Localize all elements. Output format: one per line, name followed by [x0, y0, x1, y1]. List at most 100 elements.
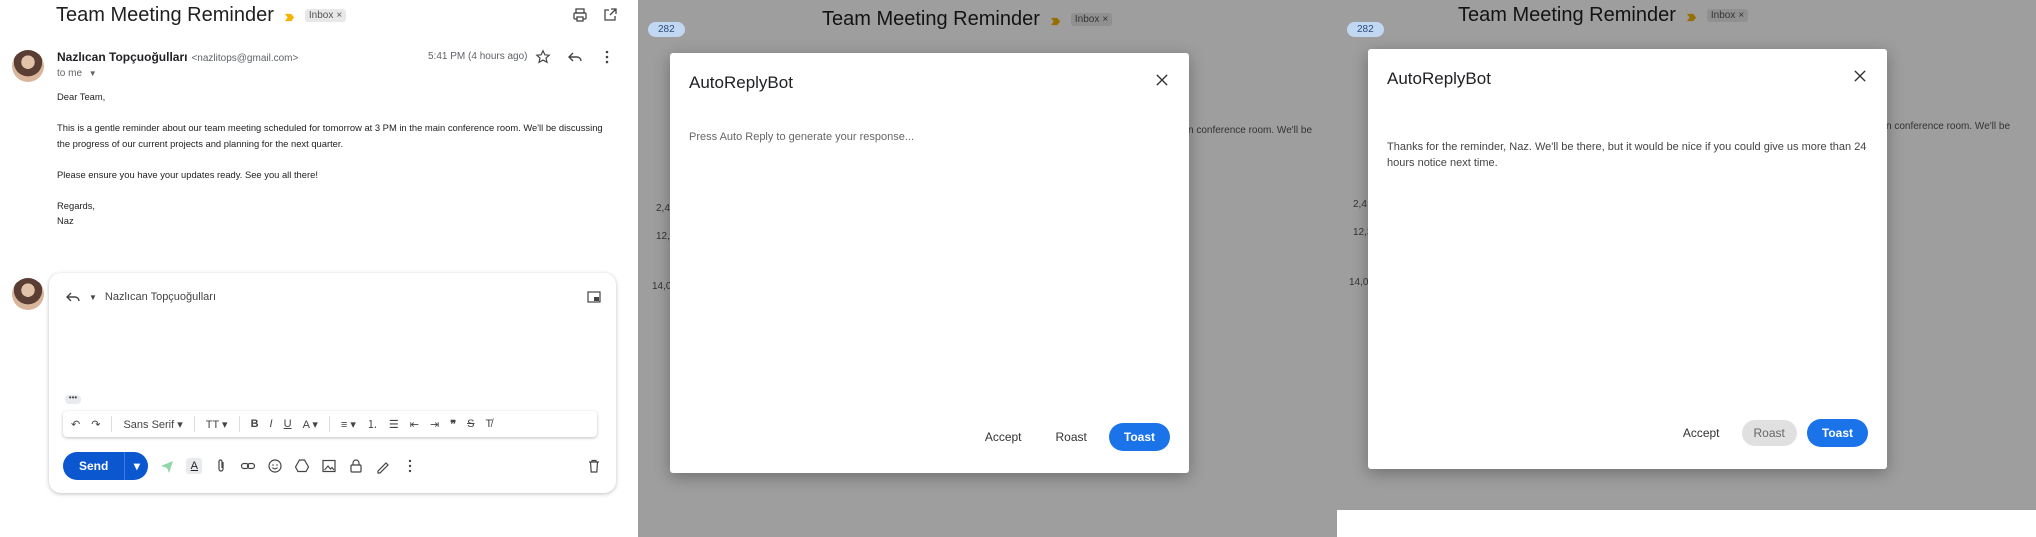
accept-button[interactable]: Accept: [1671, 420, 1732, 446]
divider: [193, 416, 195, 432]
insert-link-icon[interactable]: [240, 458, 256, 474]
underline-icon[interactable]: U: [284, 418, 292, 430]
generated-response: Thanks for the reminder, Naz. We'll be t…: [1387, 141, 1867, 169]
close-icon[interactable]: [1851, 67, 1869, 85]
indent-less-icon[interactable]: ⇤: [410, 418, 419, 431]
gmail-message-panel: Team Meeting Reminder Inbox × Nazlıcan T…: [0, 0, 638, 537]
remove-formatting-icon[interactable]: T̸: [485, 418, 492, 430]
discard-draft-icon[interactable]: [586, 458, 602, 474]
star-icon[interactable]: [535, 49, 551, 65]
insert-photo-icon[interactable]: [321, 458, 337, 474]
bold-icon[interactable]: B: [251, 418, 259, 430]
undo-icon[interactable]: ↶: [71, 418, 80, 431]
show-trimmed-content-button[interactable]: •••: [65, 394, 81, 404]
subject-row: Team Meeting Reminder Inbox ×: [56, 4, 347, 27]
bg-fragment: 2,4: [1353, 199, 1367, 210]
autoreply-modal: AutoReplyBot Press Auto Reply to generat…: [670, 53, 1189, 473]
recipients-toggle[interactable]: to me ▼: [57, 68, 97, 79]
to-me-label: to me: [57, 68, 83, 79]
formatting-toolbar: ↶ ↷ Sans Serif ▾ TT ▾ B I U A ▾ ≡ ▾ ⒈ ☰ …: [63, 411, 597, 437]
autoreply-modal-panel-empty: Team Meeting Reminder Inbox × 282 2,4 12…: [638, 0, 1337, 537]
modal-actions: Accept Roast Toast: [973, 423, 1170, 451]
confidential-mode-icon[interactable]: [348, 458, 364, 474]
reply-composer: ▼ Nazlıcan Topçuoğulları ••• ↶ ↷ Sans Se…: [49, 273, 616, 493]
sender-name[interactable]: Nazlıcan Topçuoğulları: [57, 50, 187, 64]
body-paragraph: This is a gentle reminder about our team…: [57, 122, 603, 149]
reply-type-chevron-icon[interactable]: ▼: [89, 293, 97, 302]
modal-title: AutoReplyBot: [689, 73, 793, 92]
toast-button[interactable]: Toast: [1806, 419, 1868, 447]
chevron-down-icon: ▼: [88, 69, 97, 78]
align-icon[interactable]: ≡ ▾: [341, 418, 356, 431]
modal-actions: Accept Roast Toast: [1671, 419, 1868, 447]
bg-fragment: 2,4: [656, 203, 670, 214]
text-color-icon[interactable]: A ▾: [303, 418, 318, 431]
toast-button[interactable]: Toast: [1108, 423, 1170, 451]
drive-icon[interactable]: [294, 458, 310, 474]
font-name: Sans Serif: [123, 418, 175, 431]
divider: [238, 416, 240, 432]
body-signoff: Regards,: [57, 199, 96, 211]
inbox-label-text: Inbox: [308, 10, 334, 21]
reply-type-icon[interactable]: [65, 289, 81, 305]
close-icon[interactable]: [1153, 71, 1171, 89]
numbered-list-icon[interactable]: ⒈: [367, 416, 378, 432]
auto-reply-bot-icon[interactable]: [159, 458, 175, 474]
roast-button[interactable]: Roast: [1044, 424, 1099, 450]
redo-icon[interactable]: ↷: [91, 418, 100, 431]
inbox-label-chip[interactable]: Inbox ×: [304, 9, 347, 22]
font-size-icon[interactable]: TT ▾: [206, 418, 228, 431]
my-avatar[interactable]: [12, 278, 44, 310]
quote-icon[interactable]: ❞: [450, 418, 456, 431]
email-subject: Team Meeting Reminder: [56, 4, 274, 26]
print-icon[interactable]: [572, 7, 588, 23]
roast-button[interactable]: Roast: [1741, 420, 1797, 446]
important-marker-icon[interactable]: [284, 10, 295, 22]
bg-fragment: 14,0: [652, 281, 672, 292]
font-select[interactable]: Sans Serif ▾: [123, 418, 182, 431]
attach-file-icon[interactable]: [213, 458, 229, 474]
open-in-new-window-icon[interactable]: [602, 7, 618, 23]
send-button[interactable]: Send ▾: [63, 452, 149, 480]
italic-icon[interactable]: I: [270, 418, 273, 430]
send-row: Send ▾ A: [63, 452, 418, 480]
body-signature: Naz: [57, 215, 74, 226]
bg-fragment: n conference room. We'll be: [1188, 125, 1313, 136]
thread-actions: [572, 7, 618, 23]
send-options-chevron-icon[interactable]: ▾: [124, 452, 148, 480]
divider: [328, 416, 330, 432]
reply-header: ▼ Nazlıcan Topçuoğulları: [65, 289, 216, 305]
bulleted-list-icon[interactable]: ☰: [389, 418, 399, 431]
autoreply-modal: AutoReplyBot Thanks for the reminder, Na…: [1368, 49, 1887, 469]
indent-more-icon[interactable]: ⇥: [430, 418, 439, 431]
sender-avatar[interactable]: [12, 50, 44, 82]
modal-title: AutoReplyBot: [1387, 69, 1491, 88]
page-bottom-strip: [1337, 510, 2036, 537]
bg-unread-badge: 282: [1347, 22, 1384, 37]
bg-unread-badge: 282: [648, 22, 685, 37]
emoji-icon[interactable]: [267, 458, 283, 474]
body-paragraph: Please ensure you have your updates read…: [57, 168, 318, 180]
reply-recipient[interactable]: Nazlıcan Topçuoğulları: [105, 291, 216, 303]
gmail-view: Team Meeting Reminder Inbox × Nazlıcan T…: [0, 0, 638, 537]
sender-email: <nazlitops@gmail.com>: [191, 53, 299, 64]
sender-row: Nazlıcan Topçuoğulları <nazlitops@gmail.…: [57, 50, 298, 64]
reply-icon[interactable]: [567, 49, 583, 65]
message-time: 5:41 PM (4 hours ago): [428, 51, 528, 62]
bg-fragment: 14,0: [1349, 277, 1369, 288]
more-vertical-icon[interactable]: [599, 49, 615, 65]
message-actions: [535, 49, 615, 65]
accept-button[interactable]: Accept: [973, 424, 1034, 450]
more-options-icon[interactable]: [402, 458, 418, 474]
strikethrough-icon[interactable]: S: [467, 418, 474, 430]
body-greeting: Dear Team,: [57, 91, 106, 102]
email-body: Dear Team, This is a gentle reminder abo…: [57, 89, 617, 244]
bg-fragment: n conference room. We'll be: [1886, 121, 2011, 132]
send-label: Send: [79, 459, 109, 473]
autoreply-modal-panel-filled: Team Meeting Reminder Inbox × 282 2,4 12…: [1337, 0, 2036, 537]
divider: [111, 416, 113, 432]
formatting-options-icon[interactable]: A: [186, 458, 203, 474]
pop-out-icon[interactable]: [586, 289, 602, 305]
remove-label-icon[interactable]: ×: [336, 10, 342, 21]
signature-icon[interactable]: [375, 458, 391, 474]
